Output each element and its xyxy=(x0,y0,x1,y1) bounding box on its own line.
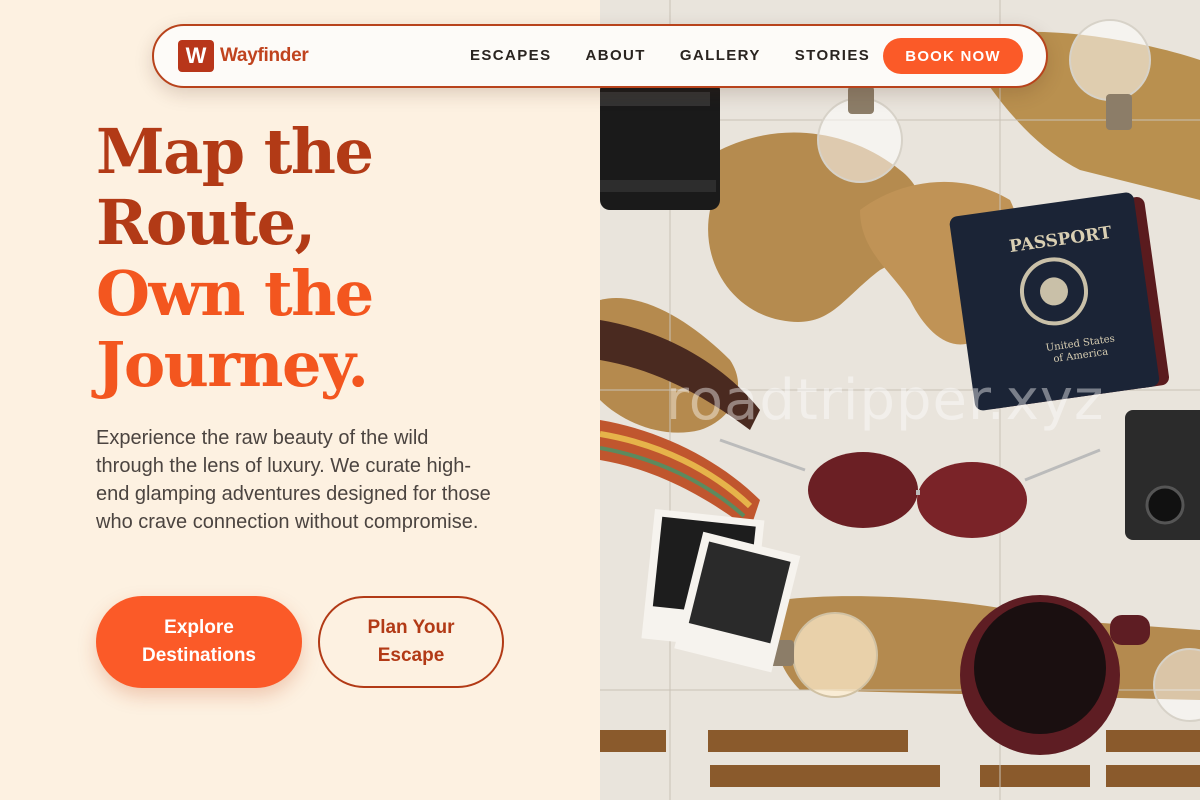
plan-button-line-2: Escape xyxy=(377,645,445,666)
explore-destinations-button[interactable]: Explore Destinations xyxy=(96,596,302,688)
hero-description: Experience the raw beauty of the wild th… xyxy=(96,427,491,533)
hero-photo: PASSPORT United States of America roadtr… xyxy=(600,0,1200,800)
explore-button-line-1: Explore xyxy=(164,617,234,638)
brand-logo[interactable]: W Wayfinder xyxy=(178,40,309,72)
nav-link-gallery[interactable]: GALLERY xyxy=(680,47,761,64)
hero-title-line-4: Journey. xyxy=(96,328,369,401)
nav-links: ESCAPES ABOUT GALLERY STORIES xyxy=(470,47,870,64)
nav-link-escapes[interactable]: ESCAPES xyxy=(470,47,552,64)
hero-title-line-3: Own the xyxy=(96,257,374,330)
nav-link-about[interactable]: ABOUT xyxy=(586,47,646,64)
plan-your-escape-button[interactable]: Plan Your Escape xyxy=(318,596,504,688)
watermark-text: roadtripper.xyz xyxy=(666,368,1105,433)
book-now-button[interactable]: BOOK NOW xyxy=(883,38,1023,74)
hero-title-line-2: Route, xyxy=(96,186,316,259)
brand-name: Wayfinder xyxy=(220,45,309,66)
hero-title: Map the Route, Own the Journey. xyxy=(96,115,374,401)
nav-link-stories[interactable]: STORIES xyxy=(795,47,870,64)
explore-button-line-2: Destinations xyxy=(141,645,257,666)
hero-title-line-1: Map the xyxy=(96,115,374,188)
logo-mark-icon: W xyxy=(178,40,214,72)
plan-button-line-1: Plan Your xyxy=(367,617,455,638)
top-navbar: W Wayfinder ESCAPES ABOUT GALLERY STORIE… xyxy=(152,24,1048,88)
